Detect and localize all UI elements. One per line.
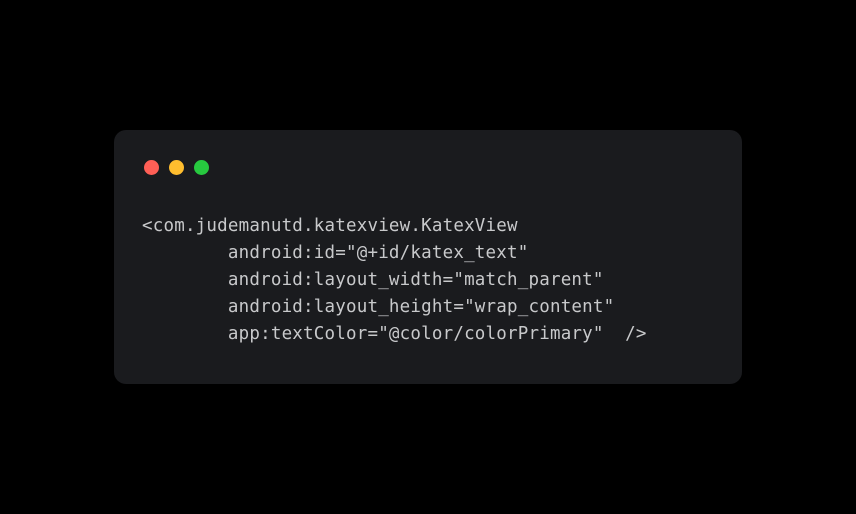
minimize-icon[interactable] <box>169 160 184 175</box>
code-block: <com.judemanutd.katexview.KatexView andr… <box>142 213 714 349</box>
close-icon[interactable] <box>144 160 159 175</box>
code-line: android:layout_width="match_parent" <box>142 270 604 290</box>
code-window: <com.judemanutd.katexview.KatexView andr… <box>114 130 742 385</box>
window-controls <box>144 160 714 175</box>
code-line: android:layout_height="wrap_content" <box>142 297 614 317</box>
code-line: app:textColor="@color/colorPrimary" /> <box>142 324 647 344</box>
code-line: <com.judemanutd.katexview.KatexView <box>142 216 518 236</box>
maximize-icon[interactable] <box>194 160 209 175</box>
code-line: android:id="@+id/katex_text" <box>142 243 529 263</box>
